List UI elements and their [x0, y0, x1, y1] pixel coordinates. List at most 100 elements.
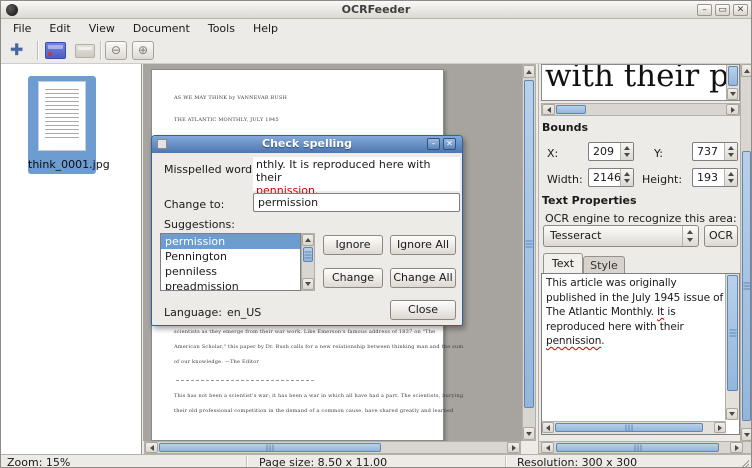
close-icon[interactable]: ✕: [733, 4, 748, 16]
width-value: 2146: [593, 171, 621, 184]
document-text-line: of our knowledge. —The Editor: [174, 355, 434, 370]
menu-help[interactable]: Help: [244, 20, 287, 37]
vertical-scroll-thumb[interactable]: [303, 247, 313, 262]
horizontal-scroll-thumb[interactable]: [555, 423, 703, 432]
toolbar: ✚ ⊖ ⊕: [1, 38, 751, 64]
change-to-input[interactable]: [253, 193, 460, 212]
scroll-right-icon[interactable]: [726, 104, 739, 115]
ocr-button[interactable]: OCR: [704, 225, 738, 247]
scroll-up-icon[interactable]: [523, 65, 535, 78]
spinner-arrows-icon[interactable]: [724, 143, 737, 160]
change-all-button[interactable]: Change All: [390, 268, 456, 288]
resize-grip[interactable]: [738, 457, 749, 468]
zoom-in-button[interactable]: ⊕: [132, 41, 154, 60]
suggestion-item[interactable]: preadmission: [161, 279, 300, 291]
document-divider: [176, 380, 314, 381]
language-label: Language:: [164, 306, 222, 319]
menu-edit[interactable]: Edit: [40, 20, 79, 37]
vertical-scroll-thumb[interactable]: [742, 151, 751, 421]
doc-paragraph-1: scientists as they emerge from their war…: [174, 325, 434, 370]
scroll-down-icon[interactable]: [523, 427, 535, 440]
horizontal-scroll-thumb[interactable]: [556, 105, 586, 114]
spinner-arrows-icon[interactable]: [724, 169, 737, 186]
ocr-engine-label: OCR engine to recognize this area:: [545, 212, 737, 225]
page-thumbnail[interactable]: think_0001.jpg: [28, 76, 96, 174]
scroll-left-icon[interactable]: [542, 104, 555, 115]
title-bar[interactable]: OCRFeeder – ▭ ✕: [1, 1, 751, 19]
preview-horizontal-scrollbar[interactable]: [541, 103, 740, 116]
suggestion-item[interactable]: permission: [161, 234, 300, 249]
panel-horizontal-scrollbar[interactable]: [538, 441, 752, 454]
scroll-right-icon[interactable]: [730, 442, 743, 453]
tab-style[interactable]: Style: [583, 256, 625, 274]
scroll-down-icon[interactable]: [741, 428, 752, 441]
add-page-button[interactable]: ✚: [10, 40, 23, 59]
pages-panel: think_0001.jpg: [1, 64, 142, 454]
scroll-left-icon[interactable]: [145, 442, 158, 453]
scroll-right-icon[interactable]: [507, 442, 520, 453]
ocr-engine-value: Tesseract: [550, 229, 601, 242]
scroll-left-icon[interactable]: [542, 422, 554, 433]
close-button[interactable]: Close: [390, 300, 456, 320]
suggestions-scrollbar[interactable]: [301, 233, 315, 291]
recognize-dot-icon: [48, 52, 52, 56]
height-spinbox[interactable]: 193: [692, 168, 738, 187]
suggestions-label: Suggestions:: [164, 218, 235, 231]
page-thumbnail-image: [38, 81, 86, 151]
recognize-document-icon: [48, 45, 63, 49]
window-title: OCRFeeder: [1, 3, 751, 16]
suggestions-list[interactable]: permissionPenningtonpennilesspreadmissio…: [160, 233, 301, 291]
scroll-left-icon[interactable]: [541, 442, 554, 453]
scroll-down-icon[interactable]: [302, 278, 314, 290]
preview-vertical-scrollbar[interactable]: [726, 65, 739, 100]
scroll-down-icon[interactable]: [727, 88, 738, 100]
area-preview[interactable]: with their p: [541, 64, 740, 101]
y-value: 737: [697, 145, 718, 158]
tab-text[interactable]: Text: [543, 253, 583, 274]
dialog-minimize-icon[interactable]: –: [427, 138, 440, 150]
width-spinbox[interactable]: 2146: [588, 168, 634, 187]
scroll-right-icon[interactable]: [714, 422, 726, 433]
x-spinbox[interactable]: 209: [588, 142, 634, 161]
zoom-out-button[interactable]: ⊖: [105, 41, 127, 60]
ocr-text-area[interactable]: This article was originallypublished in …: [541, 273, 740, 435]
thumbnail-text-lines: [45, 89, 79, 140]
ignore-all-button[interactable]: Ignore All: [390, 235, 456, 255]
menu-view[interactable]: View: [80, 20, 124, 37]
ocr-engine-select[interactable]: Tesseract: [543, 225, 699, 247]
ignore-button[interactable]: Ignore: [323, 235, 383, 255]
document-horizontal-scrollbar[interactable]: [144, 441, 521, 454]
maximize-icon[interactable]: ▭: [715, 4, 730, 16]
menu-tools[interactable]: Tools: [199, 20, 244, 37]
suggestion-item[interactable]: penniless: [161, 264, 300, 279]
horizontal-scroll-thumb[interactable]: [159, 443, 381, 452]
spinner-arrows-icon[interactable]: [620, 169, 633, 186]
menu-document[interactable]: Document: [124, 20, 199, 37]
dialog-close-icon[interactable]: ✕: [443, 138, 456, 150]
vertical-scroll-thumb[interactable]: [728, 66, 738, 86]
panel-vertical-scrollbar[interactable]: [740, 64, 752, 441]
textarea-vertical-scrollbar[interactable]: [725, 274, 739, 420]
language-value: en_US: [227, 306, 261, 319]
vertical-scroll-thumb[interactable]: [524, 80, 534, 408]
thumbnail-filename: think_0001.jpg: [28, 158, 96, 171]
menu-bar: FileEditViewDocumentToolsHelp: [1, 19, 751, 38]
minimize-icon[interactable]: –: [697, 4, 712, 16]
status-bar: Zoom: 15% Page size: 8.50 x 11.00 Resolu…: [1, 454, 751, 468]
change-button[interactable]: Change: [323, 268, 383, 288]
spinner-arrows-icon[interactable]: [620, 143, 633, 160]
ocr-text-area-content[interactable]: This article was originallypublished in …: [546, 276, 722, 349]
vertical-scroll-thumb[interactable]: [727, 275, 738, 391]
menu-file[interactable]: File: [4, 20, 40, 37]
document-vertical-scrollbar[interactable]: [522, 64, 536, 441]
suggestion-item[interactable]: Pennington: [161, 249, 300, 264]
y-spinbox[interactable]: 737: [692, 142, 738, 161]
horizontal-scroll-thumb[interactable]: [556, 443, 719, 452]
scroll-up-icon[interactable]: [741, 64, 752, 77]
dialog-title-bar[interactable]: Check spelling – ✕: [152, 136, 462, 153]
document-text-line: their old professional competition in th…: [174, 404, 434, 419]
scroll-down-icon[interactable]: [726, 408, 738, 420]
scroll-up-icon[interactable]: [302, 234, 314, 246]
textarea-horizontal-scrollbar[interactable]: [542, 421, 726, 434]
recognize-document-button[interactable]: [45, 42, 66, 59]
